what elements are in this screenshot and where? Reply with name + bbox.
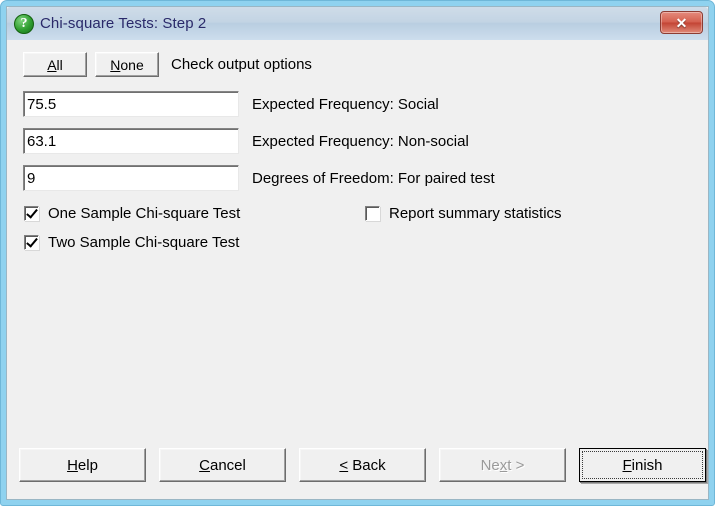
all-button[interactable]: All [23,52,87,77]
dialog-button-bar: Help Cancel < Back Next > Finish [7,448,708,493]
finish-button[interactable]: Finish [579,448,706,482]
report-summary-statistics-label: Report summary statistics [389,205,562,222]
help-button-label: Help [67,456,98,474]
next-button[interactable]: Next > [439,448,566,482]
expected-frequency-nonsocial-input[interactable]: 63.1 [23,128,239,154]
expected-frequency-social-label: Expected Frequency: Social [252,95,439,113]
report-summary-statistics-row[interactable]: Report summary statistics [365,205,562,222]
cancel-button[interactable]: Cancel [159,448,286,482]
none-button-label: None [110,56,144,73]
expected-frequency-social-input[interactable]: 75.5 [23,91,239,117]
all-button-label: All [47,56,63,73]
question-mark-icon: ? [14,13,34,34]
dialog-client-area: All None Check output options 75.5 Expec… [7,40,708,499]
two-sample-chi-square-row[interactable]: Two Sample Chi-square Test [24,234,239,251]
degrees-of-freedom-row: 9 Degrees of Freedom: For paired test [23,165,495,191]
two-sample-chi-square-checkbox[interactable] [24,235,39,250]
back-button[interactable]: < Back [299,448,426,482]
one-sample-chi-square-label: One Sample Chi-square Test [48,205,241,222]
close-button[interactable]: ✕ [660,11,703,34]
expected-frequency-nonsocial-row: 63.1 Expected Frequency: Non-social [23,128,469,154]
close-icon: ✕ [675,14,688,31]
none-button[interactable]: None [95,52,159,77]
one-sample-chi-square-checkbox[interactable] [24,206,39,221]
dialog-window: ? Chi-square Tests: Step 2 ✕ All None Ch… [0,0,715,506]
window-title: Chi-square Tests: Step 2 [40,15,207,32]
cancel-button-label: Cancel [199,456,246,474]
window-inner: ? Chi-square Tests: Step 2 ✕ All None Ch… [6,6,709,500]
expected-frequency-social-row: 75.5 Expected Frequency: Social [23,91,439,117]
degrees-of-freedom-label: Degrees of Freedom: For paired test [252,169,495,187]
output-options-instruction: Check output options [171,56,312,73]
next-button-label: Next > [480,456,525,474]
help-button[interactable]: Help [19,448,146,482]
finish-button-label: Finish [582,451,703,479]
one-sample-chi-square-row[interactable]: One Sample Chi-square Test [24,205,240,222]
title-bar[interactable]: ? Chi-square Tests: Step 2 ✕ [7,7,708,41]
output-options-toolbar: All None Check output options [23,52,312,77]
degrees-of-freedom-input[interactable]: 9 [23,165,239,191]
report-summary-statistics-checkbox[interactable] [365,206,380,221]
back-button-label: < Back [339,456,386,474]
expected-frequency-nonsocial-label: Expected Frequency: Non-social [252,132,469,150]
two-sample-chi-square-label: Two Sample Chi-square Test [48,234,240,251]
